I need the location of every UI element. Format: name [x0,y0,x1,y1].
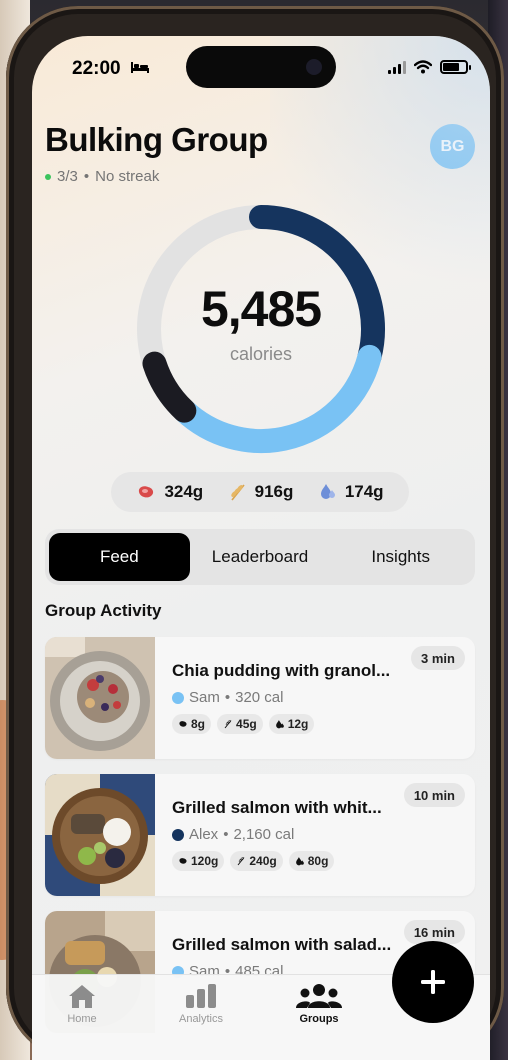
calorie-total: 5,485 [200,280,322,337]
macro-chips: 120g 240g 80g [172,851,335,871]
calorie-label: calories [229,343,293,364]
carbs-chip: 240g [230,851,283,871]
time-badge: 3 min [411,646,465,670]
separator: • [83,168,90,185]
carbs-icon [230,484,245,501]
fat-icon [275,719,284,728]
protein-icon [179,858,187,864]
fat-chip: 12g [268,714,315,734]
meal-calories: 2,160 cal [233,826,295,843]
home-icon [69,985,95,1008]
add-meal-button[interactable] [392,941,474,1023]
status-right [388,60,471,74]
meal-photo [45,774,155,896]
macro-summary: 324g 916g 174g [111,472,409,512]
meal-photo [45,637,155,759]
macro-carbs: 916g [229,482,294,502]
meal-name: Grilled salmon with whit... [172,798,382,817]
bar-chart-icon [186,984,216,1008]
tab-home[interactable]: Home [42,983,122,1025]
page-title: Bulking Group [45,121,268,158]
app-screen: 22:00 Bulking Group 3/3 • No streak BG 5… [32,36,490,1060]
macro-protein-value: 324g [164,482,204,501]
battery-icon [440,60,471,74]
macro-carbs-value: 916g [254,482,294,501]
streak-status: No streak [95,168,160,185]
carbs-icon [224,720,232,729]
protein-icon [139,486,154,498]
segmented-tabs: Feed Leaderboard Insights [45,529,475,585]
avatar[interactable]: BG [430,124,475,169]
feed-card[interactable]: Chia pudding with granol... 3 min Sam • … [45,637,475,759]
feed-card[interactable]: Grilled salmon with whit... 10 min Alex … [45,774,475,896]
protein-chip: 8g [172,714,212,734]
tab-insights[interactable]: Insights [330,533,471,581]
tab-groups[interactable]: Groups [279,983,359,1025]
status-bar: 22:00 [32,56,490,79]
time-badge: 10 min [403,783,465,807]
macro-protein: 324g [136,482,203,502]
tab-groups-label: Groups [299,1013,339,1025]
tab-feed[interactable]: Feed [49,533,190,581]
carbs-icon [237,857,245,866]
status-time: 22:00 [72,58,121,79]
user-name: Alex [189,826,219,843]
protein-chip: 120g [172,851,225,871]
separator: • [224,689,231,706]
phone-frame: 22:00 Bulking Group 3/3 • No streak BG 5… [6,6,504,1060]
tab-analytics[interactable]: Analytics [161,983,241,1025]
online-dot-icon [45,173,51,180]
meal-calories: 320 cal [235,689,284,706]
meal-meta: Sam • 320 cal [172,689,283,706]
section-title: Group Activity [45,601,162,620]
tab-leaderboard[interactable]: Leaderboard [190,533,331,581]
user-dot-icon [172,691,184,704]
tab-analytics-label: Analytics [178,1013,224,1025]
user-name: Sam [189,689,220,706]
macro-chips: 8g 45g 12g [172,714,315,734]
carbs-chip: 45g [217,714,263,734]
separator: • [223,826,229,843]
group-subtitle: 3/3 • No streak [45,168,159,185]
calorie-ring-center: 5,485 calories [136,204,386,454]
fat-icon [295,856,304,865]
fat-icon [320,484,335,499]
sleep-focus-icon [130,60,150,77]
plus-icon [421,970,445,994]
tab-home-label: Home [67,1013,97,1025]
protein-icon [179,721,187,727]
user-dot-icon [172,828,184,841]
meal-meta: Alex • 2,160 cal [172,826,294,843]
macro-fat-value: 174g [344,482,384,501]
fat-chip: 80g [288,851,335,871]
macro-fat: 174g [319,482,384,502]
meal-name: Grilled salmon with salad... [172,935,392,954]
group-icon [296,984,342,1008]
signal-icon [388,60,406,74]
wifi-icon [414,60,432,74]
meal-name: Chia pudding with granol... [172,661,391,680]
member-progress: 3/3 [57,168,78,185]
